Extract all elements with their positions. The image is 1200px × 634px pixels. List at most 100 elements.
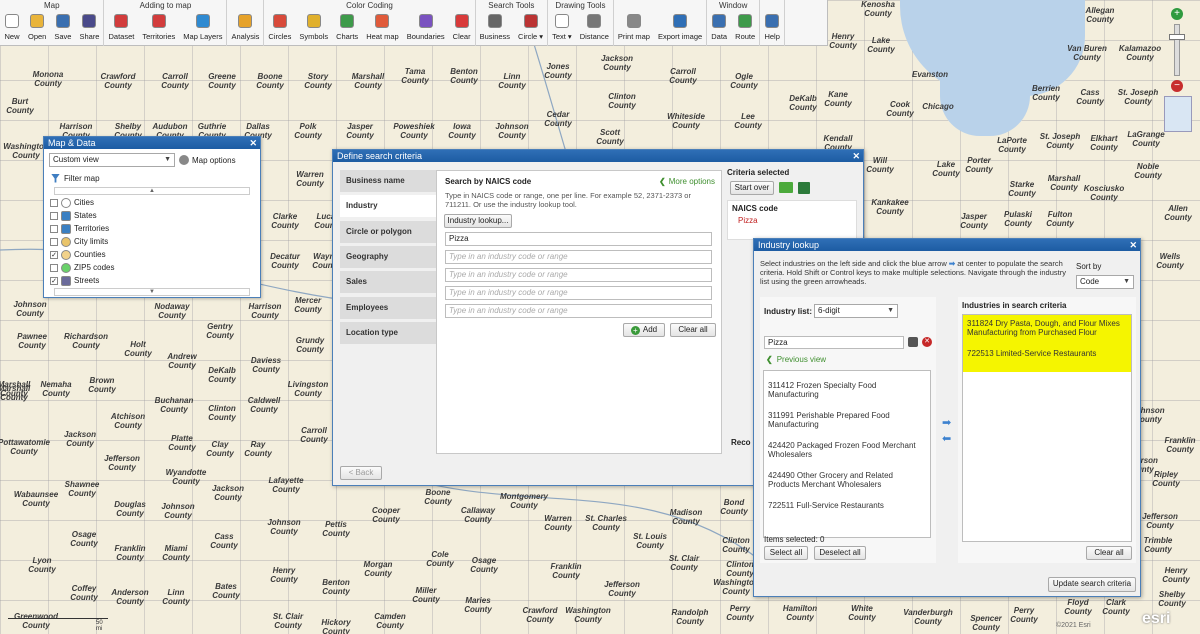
code-input-3[interactable]: Type in an industry code or range	[445, 268, 712, 282]
ribbon-button-open[interactable]: Open	[24, 11, 50, 46]
layer-row[interactable]: ✓ Streets	[44, 274, 260, 287]
ribbon-button-dataset[interactable]: Dataset	[104, 11, 138, 46]
ribbon-button-export-image[interactable]: Export image	[654, 11, 706, 46]
nav-item-industry[interactable]: Industry	[340, 195, 437, 218]
layer-row[interactable]: ZIP5 codes	[44, 261, 260, 274]
back-button[interactable]: < Back	[340, 466, 382, 480]
previous-view-link[interactable]: ❮ Previous view	[766, 355, 826, 364]
naics-code-value[interactable]: Pizza	[728, 216, 856, 225]
layer-checkbox[interactable]	[50, 198, 58, 207]
lookup-search-input[interactable]: Pizza	[764, 336, 904, 349]
ribbon-button-print-map[interactable]: Print map	[614, 11, 654, 46]
remove-arrow-icon[interactable]: ⬅	[942, 432, 951, 445]
zoom-in-icon[interactable]: +	[1171, 8, 1183, 20]
industry-list[interactable]: 311412 Frozen Specialty Food Manufacturi…	[763, 370, 931, 538]
ribbon-button-share[interactable]: Share	[75, 11, 103, 46]
list-item[interactable]: 424420 Packaged Frozen Food Merchant Who…	[764, 441, 930, 459]
folder-icon[interactable]	[779, 182, 793, 193]
county-label-suffix: County	[552, 571, 580, 580]
layer-row[interactable]: Cities	[44, 196, 260, 209]
list-item[interactable]: 722511 Full-Service Restaurants	[764, 501, 930, 510]
layer-row[interactable]: ✓ Counties	[44, 248, 260, 261]
nav-item-employees[interactable]: Employees	[340, 296, 436, 319]
layer-row[interactable]: Territories	[44, 222, 260, 235]
ribbon-button-business[interactable]: Business	[476, 11, 514, 46]
layer-label: Streets	[74, 276, 100, 285]
define-search-titlebar[interactable]: Define search criteria ✕	[333, 150, 863, 162]
filter-map-button[interactable]: Filter map	[44, 171, 260, 185]
zoom-out-icon[interactable]: −	[1171, 80, 1183, 92]
ribbon-button-new[interactable]: New	[0, 11, 24, 46]
industry-lookup-button[interactable]: Industry lookup...	[444, 214, 512, 228]
close-icon[interactable]: ✕	[1129, 239, 1137, 251]
clear-all-button[interactable]: Clear all	[670, 323, 716, 337]
add-arrow-icon[interactable]: ➡	[942, 416, 951, 429]
map-data-titlebar[interactable]: Map & Data ✕	[44, 137, 260, 149]
layers-scroll-up[interactable]: ▲	[54, 187, 250, 195]
layer-checkbox[interactable]	[50, 224, 58, 233]
nav-item-circle-or-polygon[interactable]: Circle or polygon	[340, 220, 436, 243]
layer-checkbox[interactable]	[50, 237, 58, 246]
close-icon[interactable]: ✕	[249, 137, 257, 149]
layer-checkbox[interactable]	[50, 211, 58, 220]
ribbon-button-charts[interactable]: Charts	[332, 11, 362, 46]
more-options-link[interactable]: ❮ More options	[659, 177, 715, 186]
code-input-1[interactable]: Pizza	[445, 232, 712, 246]
layer-checkbox[interactable]: ✓	[50, 250, 58, 259]
view-select[interactable]: Custom view ▼	[49, 153, 175, 167]
ribbon-button-data[interactable]: Data	[707, 11, 731, 46]
pan-icon[interactable]	[1164, 96, 1192, 132]
zoom-thumb[interactable]	[1169, 34, 1185, 40]
layer-row[interactable]: City limits	[44, 235, 260, 248]
ribbon-button-save[interactable]: Save	[50, 11, 75, 46]
county-label-suffix: County	[636, 541, 664, 550]
deselect-all-button[interactable]: Deselect all	[814, 546, 866, 560]
layer-checkbox[interactable]: ✓	[50, 276, 58, 285]
select-all-button[interactable]: Select all	[764, 546, 808, 560]
list-item[interactable]: 311412 Frozen Specialty Food Manufacturi…	[764, 381, 930, 399]
ribbon-button-distance[interactable]: Distance	[576, 11, 613, 46]
binoculars-icon[interactable]	[908, 337, 918, 347]
county-label-suffix: County	[1102, 607, 1130, 616]
zoom-slider[interactable]	[1174, 24, 1180, 76]
ribbon-button-clear[interactable]: Clear	[449, 11, 475, 46]
list-item[interactable]: 722513 Limited-Service Restaurants	[963, 349, 1131, 358]
lookup-clear-all-button[interactable]: Clear all	[1086, 546, 1132, 560]
map-options-button[interactable]: Map options	[179, 155, 236, 165]
industry-list-select[interactable]: 6-digit ▼	[814, 304, 898, 318]
ribbon-button-circle[interactable]: Circle ▾	[514, 11, 547, 46]
share-people-icon	[81, 13, 97, 29]
nav-item-geography[interactable]: Geography	[340, 245, 436, 268]
ribbon-button-territories[interactable]: Territories	[138, 11, 179, 46]
list-item[interactable]: 424490 Other Grocery and Related Product…	[764, 471, 930, 489]
clear-search-icon[interactable]: ✕	[922, 337, 932, 347]
save-icon[interactable]	[798, 182, 810, 194]
ribbon-button-boundaries[interactable]: Boundaries	[403, 11, 449, 46]
nav-item-business-name[interactable]: Business name	[340, 170, 436, 192]
nav-item-location-type[interactable]: Location type	[340, 321, 436, 344]
nav-item-sales[interactable]: Sales	[340, 271, 436, 294]
ribbon-button-text[interactable]: Text ▾	[548, 11, 576, 46]
layer-row[interactable]: States	[44, 209, 260, 222]
selected-industries-list[interactable]: 311824 Dry Pasta, Dough, and Flour Mixes…	[962, 314, 1132, 542]
ribbon-button-analysis[interactable]: Analysis	[227, 11, 263, 46]
sort-by-select[interactable]: Code ▼	[1076, 275, 1134, 289]
add-button[interactable]: + Add	[623, 323, 665, 337]
industry-lookup-titlebar[interactable]: Industry lookup ✕	[754, 239, 1140, 251]
ribbon-button-heat-map[interactable]: Heat map	[362, 11, 403, 46]
code-input-2[interactable]: Type in an industry code or range	[445, 250, 712, 264]
code-input-4[interactable]: Type in an industry code or range	[445, 286, 712, 300]
list-item[interactable]: 311824 Dry Pasta, Dough, and Flour Mixes…	[963, 319, 1131, 337]
ribbon-button-route[interactable]: Route	[731, 11, 759, 46]
code-input-5[interactable]: Type in an industry code or range	[445, 304, 712, 318]
update-search-criteria-button[interactable]: Update search criteria	[1048, 577, 1136, 592]
ribbon-button-map-layers[interactable]: Map Layers	[179, 11, 226, 46]
close-icon[interactable]: ✕	[852, 150, 860, 162]
ribbon-button-symbols[interactable]: Symbols	[295, 11, 332, 46]
start-over-button[interactable]: Start over	[730, 181, 774, 195]
layer-checkbox[interactable]	[50, 263, 58, 272]
ribbon-button-circles[interactable]: Circles	[264, 11, 295, 46]
ribbon-button-help[interactable]: Help	[760, 11, 784, 46]
layers-scroll-down[interactable]: ▼	[54, 288, 250, 296]
list-item[interactable]: 311991 Perishable Prepared Food Manufact…	[764, 411, 930, 429]
